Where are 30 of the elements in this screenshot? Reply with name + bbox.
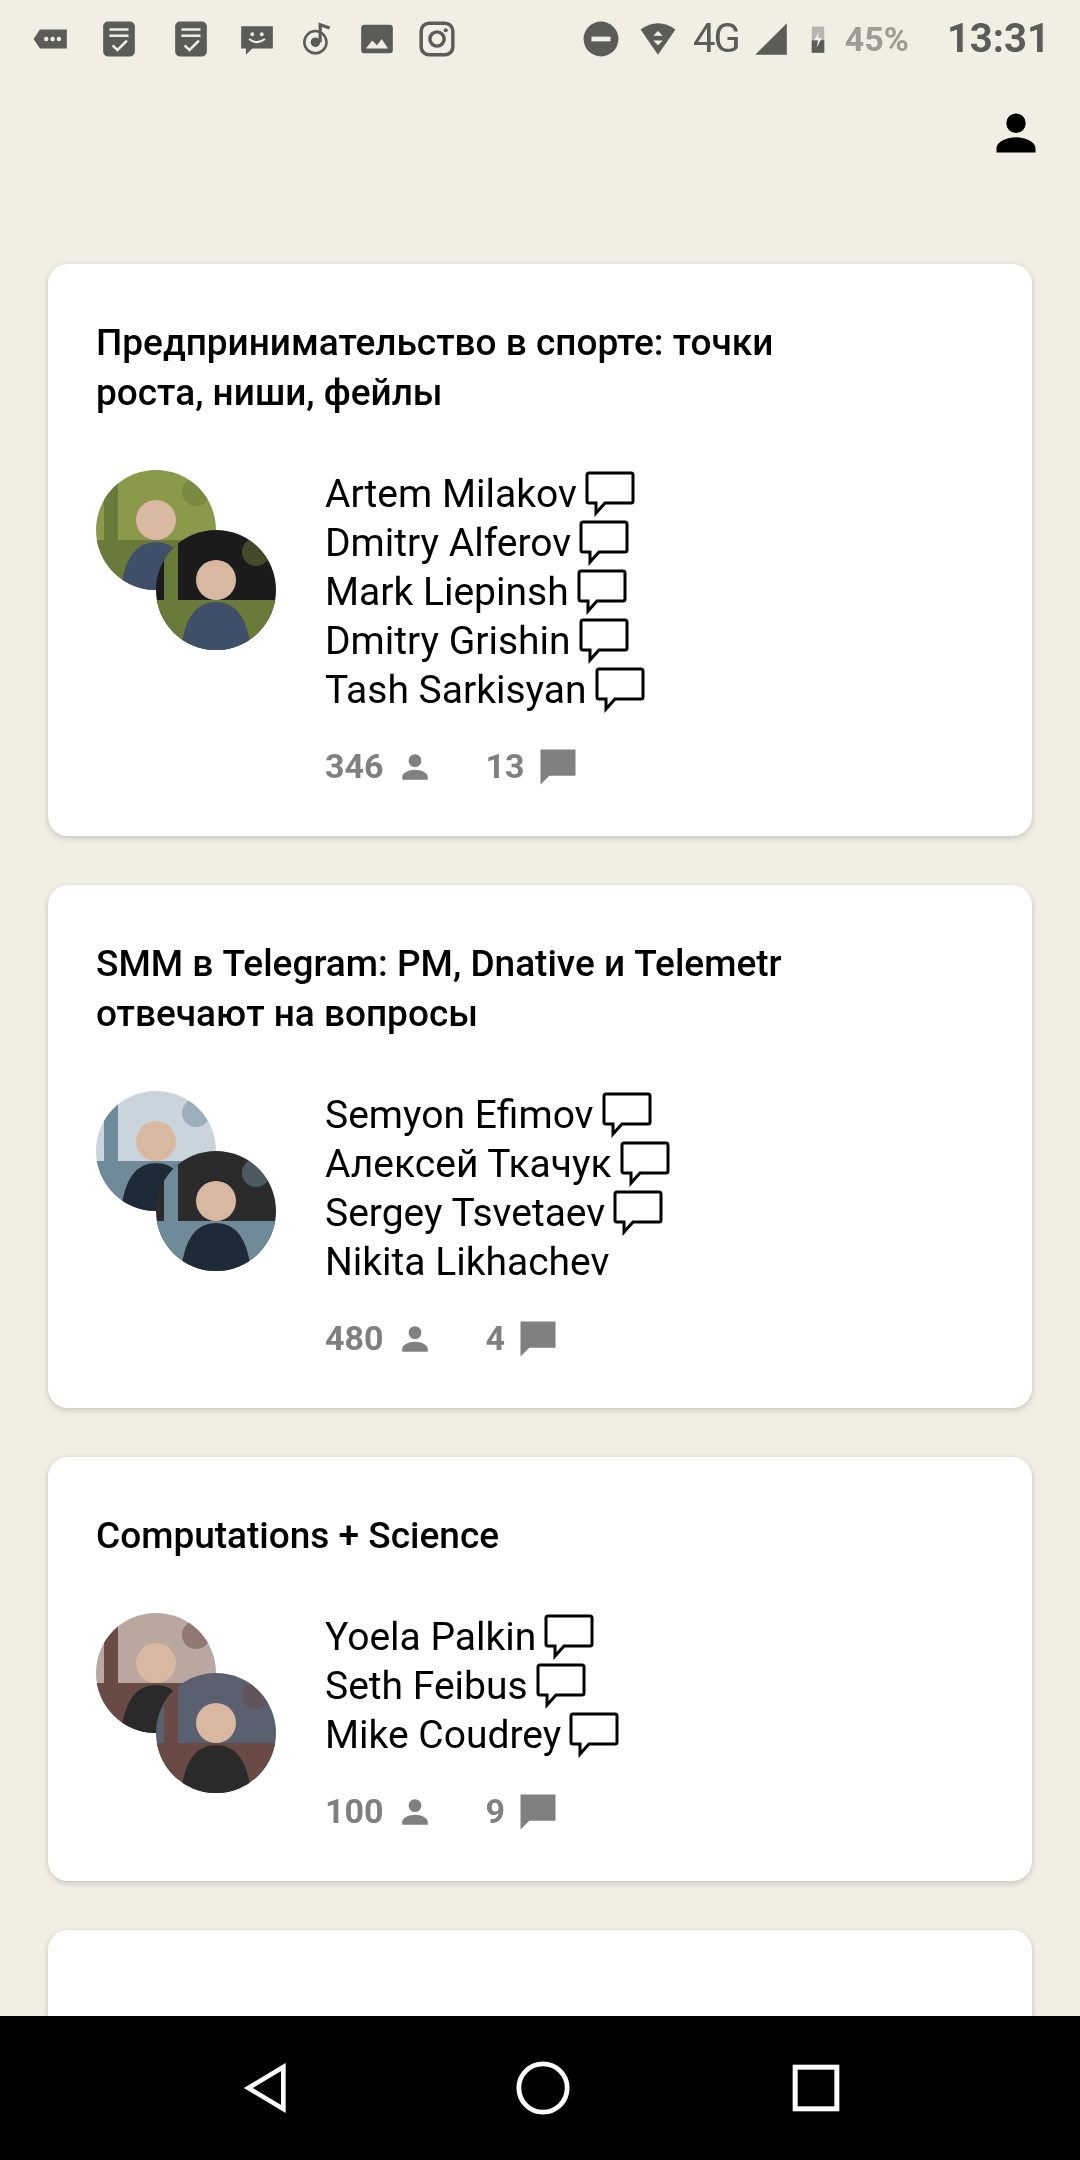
listener-count: 346 — [325, 745, 384, 788]
network-type: 4G — [693, 19, 739, 59]
clock: 13:31 — [946, 14, 1050, 64]
room-card[interactable]: SMM в Telegram: PM, Dnative и Telemetr отвечают на вопросы Semyon Efimov Алексей Ткачук Sergey Tsvetaev Nikita Likhachev 480 4 — [48, 885, 1032, 1408]
speaker-name: Yoela Palkin — [325, 1613, 537, 1662]
speaker-name: Tash Sarkisyan — [325, 666, 587, 715]
speaker-name: Sergey Tsvetaev — [325, 1189, 606, 1238]
message-count: 4 — [485, 1317, 506, 1360]
speaker-name: Mike Coudrey — [325, 1711, 562, 1760]
message-count: 13 — [485, 745, 525, 788]
camera-icon — [418, 20, 456, 58]
room-title: Предпринимательство в спорте: точки роста, ниши, фейлы — [96, 320, 775, 416]
speaker-name: Dmitry Alferov — [325, 519, 572, 568]
message-count: 9 — [485, 1790, 506, 1833]
home-icon[interactable] — [514, 2059, 572, 2117]
speaker-name: Dmitry Grishin — [325, 617, 571, 666]
battery-percent: 45% — [844, 17, 909, 61]
room-title: SMM в Telegram: PM, Dnative и Telemetr отвечают на вопросы — [96, 941, 783, 1037]
speaker-name: Nikita Likhachev — [325, 1238, 610, 1287]
speaker-name: Semyon Efimov — [325, 1091, 594, 1140]
speaker-name: Алексей Ткачук — [325, 1140, 612, 1189]
speaker-name: Mark Liepinsh — [325, 568, 569, 617]
room-card[interactable]: Предпринимательство в спорте: точки роста, ниши, фейлы Artem Milakov Dmitry Alferov Mark Liepinsh Dmitry Grishin Tash Sarkisyan 346 13 — [48, 264, 1032, 836]
speaker-name: Artem Milakov — [325, 470, 577, 519]
recents-icon[interactable] — [790, 2063, 841, 2113]
room-card[interactable]: Computations + Science Yoela Palkin Seth Feibus Mike Coudrey 100 9 — [48, 1457, 1032, 1881]
listener-count: 100 — [325, 1790, 384, 1833]
listener-count: 480 — [325, 1317, 384, 1360]
speaker-name: Seth Feibus — [325, 1662, 528, 1711]
room-title: Computations + Science — [96, 1513, 500, 1559]
